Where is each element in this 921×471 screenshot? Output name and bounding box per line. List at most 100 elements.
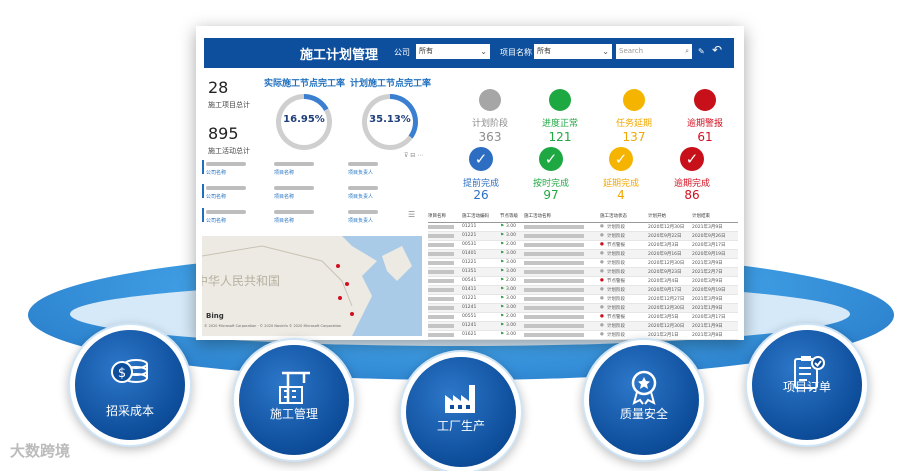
table-row[interactable]: 01241 ⚑ 3.00 ● 计划阶段 2020年12月30日 2021年1月9日 (428, 322, 738, 331)
company-name-label: 公司名称 (206, 170, 227, 176)
search-placeholder: Search (619, 47, 644, 55)
redacted-cell (524, 333, 584, 337)
flag-icon: ⚑ (500, 296, 505, 301)
plan-start: 2021年2月1日 (648, 333, 679, 338)
status-label-delayed: 任务延期 (615, 119, 652, 129)
factory-icon (445, 385, 475, 413)
status-dot: ● (600, 278, 604, 283)
activity-status: 计划阶段 (607, 225, 625, 230)
node-grade: 3.00 (506, 251, 517, 256)
node-grade: 2.00 (506, 314, 517, 319)
plan-end: 2020年9月26日 (692, 234, 726, 239)
table-row[interactable]: 01211 ⚑ 3.00 ● 计划阶段 2020年12月30日 2021年3月9日 (428, 223, 738, 232)
table-body: 01211 ⚑ 3.00 ● 计划阶段 2020年12月30日 2021年3月9日 01221… (428, 223, 738, 340)
table-row[interactable]: 00551 ⚑ 2.00 ● 节点警报 2020年3月5日 2020年3月17日 (428, 313, 738, 322)
activity-status: 计划阶段 (607, 288, 625, 293)
status-count-overdue-done: 86 (684, 188, 700, 202)
redacted-cell (428, 306, 454, 310)
activity-status: 计划阶段 (607, 252, 625, 257)
activity-status: 计划阶段 (607, 261, 625, 266)
column-header: 计划开始 (648, 214, 666, 219)
node-grade: 2.00 (506, 242, 517, 247)
activity-count-label: 施工活动总计 (208, 147, 250, 155)
column-header: 节点等级 (500, 214, 518, 219)
coins-icon: $ (111, 359, 148, 383)
status-dot: ● (600, 332, 604, 337)
module-quality-safety[interactable]: 质量安全 (589, 345, 699, 455)
table-row[interactable]: 01351 ⚑ 3.00 ● 计划阶段 2020年9月23日 2021年2月7日 (428, 268, 738, 277)
flag-icon: ⚑ (500, 260, 505, 265)
project-label: 项目名称 (500, 48, 532, 57)
plan-start: 2020年12月30日 (648, 261, 685, 266)
list-icon[interactable]: ☰ (408, 210, 415, 219)
redacted-cell (524, 279, 584, 283)
module-procurement-cost[interactable]: $ 招采成本 (75, 330, 185, 440)
redacted-cell (428, 279, 454, 283)
node-grade: 3.00 (506, 296, 517, 301)
activity-status: 计划阶段 (607, 297, 625, 302)
redacted-cell (524, 270, 584, 274)
table-row[interactable]: 01221 ⚑ 3.00 ● 计划阶段 2020年12月27日 2021年3月9日 (428, 295, 738, 304)
project-owner-label: 项目负责人 (348, 218, 374, 224)
page-title: 施工计划管理 (300, 48, 379, 63)
table-row[interactable]: 01221 ⚑ 3.00 ● 计划阶段 2020年9月22日 2020年9月26日 (428, 232, 738, 241)
plan-start: 2020年9月17日 (648, 288, 682, 293)
activity-status: 节点警报 (607, 243, 625, 248)
activity-code: 01621 (462, 332, 477, 337)
table-row[interactable]: 01241 ⚑ 3.00 ● 计划阶段 2020年12月30日 2021年1月9日 (428, 304, 738, 313)
table-row[interactable]: 01621 ⚑ 3.00 ● 计划阶段 2021年2月1日 2021年3月8日 (428, 331, 738, 340)
flag-icon: ⚑ (500, 305, 505, 310)
table-row[interactable]: 01401 ⚑ 3.00 ● 计划阶段 2020年9月16日 2020年9月19日 (428, 250, 738, 259)
module-construction-management[interactable]: 施工管理 (239, 345, 349, 455)
plan-completion-gauge: 35.13% (362, 94, 418, 150)
plan-start: 2020年3月5日 (648, 315, 679, 320)
svg-text:$: $ (118, 366, 126, 381)
project-owner-label: 项目负责人 (348, 194, 374, 200)
activity-status: 节点警报 (607, 315, 625, 320)
dashboard-screen: 施工计划管理 公司 所有 ⌄ 项目名称 所有 ⌄ Search ⌕ ✎ ↶ 28… (196, 26, 744, 340)
table-row[interactable]: 00541 ⚑ 2.00 ● 节点警报 2020年3月4日 2020年3月9日 (428, 277, 738, 286)
search-input[interactable]: Search ⌕ (616, 44, 692, 59)
table-row[interactable]: 01411 ⚑ 3.00 ● 计划阶段 2020年9月17日 2020年9月19日 (428, 286, 738, 295)
project-map[interactable]: 中华人民共和国 Bing © 2020 Microsoft Corporatio… (202, 236, 422, 336)
table-row[interactable]: 00531 ⚑ 2.00 ● 节点警报 2020年3月3日 2020年3月17日 (428, 241, 738, 250)
table-row[interactable]: 01221 ⚑ 3.00 ● 计划阶段 2020年12月30日 2021年3月9日 (428, 259, 738, 268)
check-icon: ✓ (469, 147, 493, 171)
module-factory-production[interactable]: 工厂生产 (406, 357, 516, 467)
status-count-plan: 363 (478, 130, 502, 144)
redacted-cell (428, 297, 454, 301)
status-dot-delayed (623, 89, 645, 111)
flag-icon: ⚑ (500, 242, 505, 247)
plan-end: 2020年3月17日 (692, 315, 726, 320)
flag-icon: ⚑ (500, 332, 505, 337)
flag-icon: ⚑ (500, 287, 505, 292)
activity-code: 01211 (462, 224, 477, 229)
redacted-cell (524, 225, 584, 229)
plan-start: 2020年12月30日 (648, 225, 685, 230)
status-dot: ● (600, 251, 604, 256)
module-project-order[interactable]: 项目订单 (752, 330, 862, 440)
crane-icon (279, 371, 310, 404)
column-header: 施工活动编码 (462, 214, 489, 219)
status-dot: ● (600, 233, 604, 238)
node-grade: 3.00 (506, 305, 517, 310)
status-count-ontime: 97 (543, 188, 559, 202)
eraser-icon[interactable]: ✎ (698, 47, 705, 56)
node-grade: 3.00 (506, 269, 517, 274)
status-dot-normal (549, 89, 571, 111)
status-label-overdue: 逾期警报 (686, 119, 723, 129)
filter-icon[interactable]: ⊽ ⊟ ⋯ (404, 152, 423, 159)
dashboard-header: 施工计划管理 公司 所有 ⌄ 项目名称 所有 ⌄ Search ⌕ ✎ ↶ (204, 38, 734, 68)
bing-logo: Bing (206, 312, 224, 320)
activity-code: 01221 (462, 296, 477, 301)
node-grade: 3.00 (506, 287, 517, 292)
project-name-label: 项目名称 (274, 218, 295, 224)
check-icon: ✓ (539, 147, 563, 171)
project-select[interactable]: 所有 ⌄ (534, 44, 612, 59)
status-count-delayed: 137 (622, 130, 646, 144)
activity-code: 01221 (462, 233, 477, 238)
back-icon[interactable]: ↶ (712, 43, 722, 57)
plan-gauge-title: 计划施工节点完工率 (350, 79, 432, 89)
module-label: 施工管理 (269, 407, 318, 421)
company-select[interactable]: 所有 ⌄ (416, 44, 490, 59)
